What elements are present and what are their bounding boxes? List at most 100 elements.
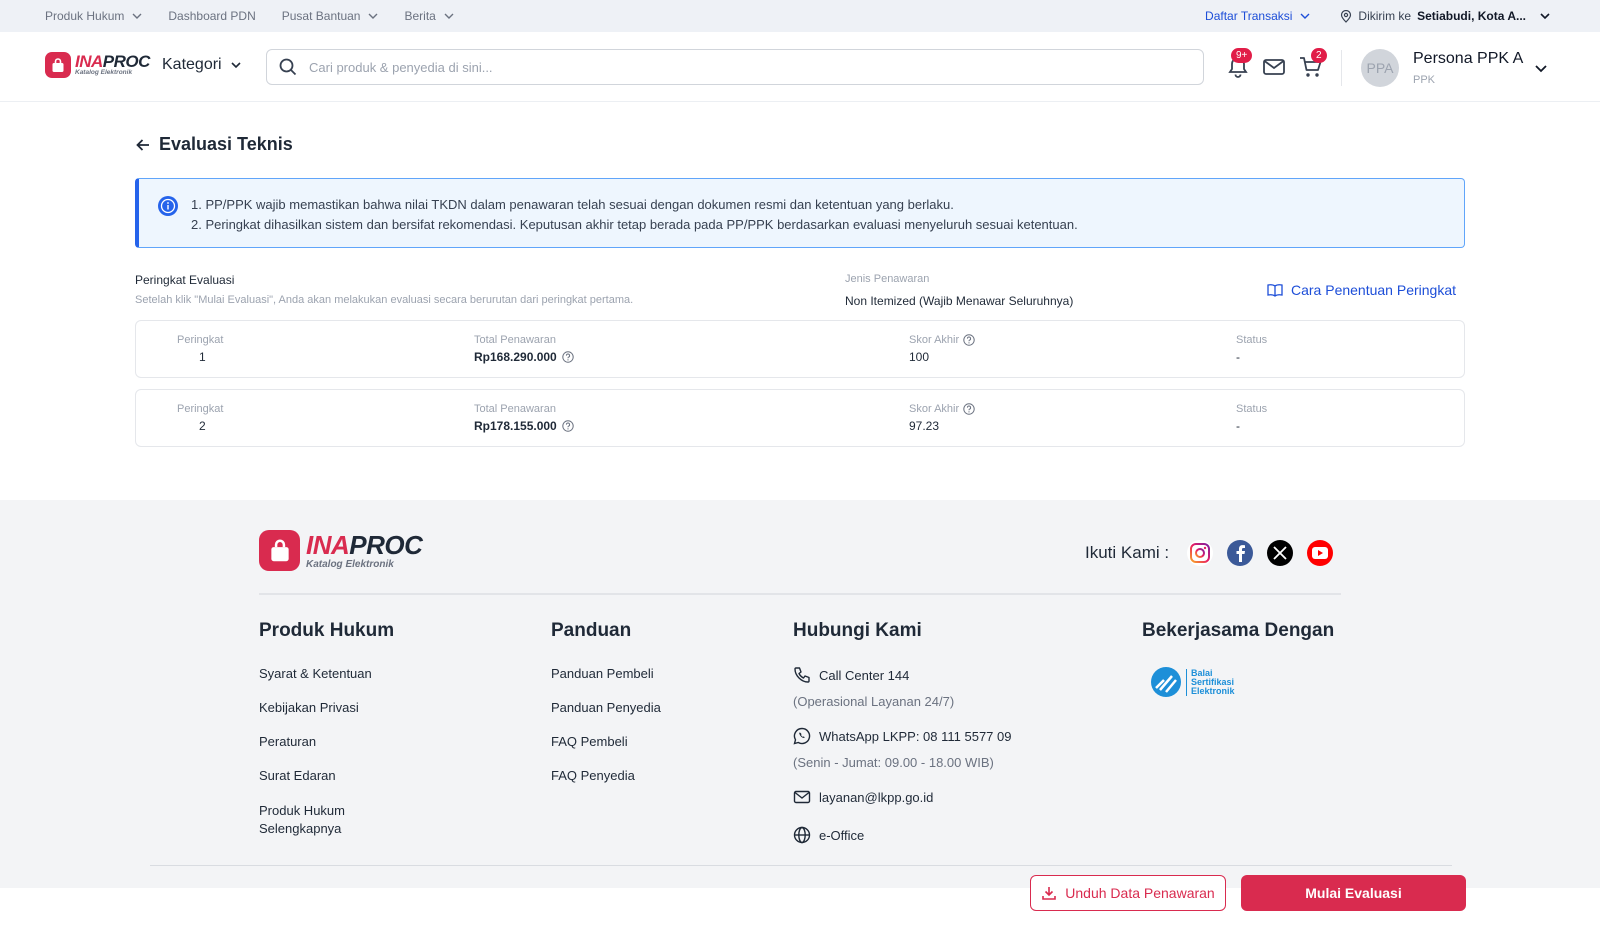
chevron-down-icon: [132, 13, 142, 19]
footer-col-hubungi: Hubungi Kami Call Center 144 (Operasiona…: [793, 620, 1012, 844]
footer-link[interactable]: FAQ Pembeli: [551, 734, 661, 768]
shopping-bag-logo-icon: [45, 52, 71, 78]
peringkat-label: Peringkat: [177, 334, 224, 346]
follow-label: Ikuti Kami :: [1085, 543, 1170, 562]
col-status: Status -: [1236, 334, 1267, 364]
mail-icon: [793, 790, 811, 804]
utility-links: Produk Hukum Dashboard PDN Pusat Bantuan…: [45, 9, 454, 23]
skor-label: Skor Akhir: [909, 403, 960, 415]
help-circle-icon[interactable]: [562, 420, 574, 432]
utility-link-dashboard-pdn[interactable]: Dashboard PDN: [168, 9, 255, 23]
main-header: INAPROC Katalog Elektronik Kategori 9+ 2…: [0, 32, 1600, 102]
chevron-down-icon: [1540, 13, 1550, 20]
call-center-label: Call Center 144: [819, 667, 910, 683]
chevron-down-icon: [444, 13, 454, 19]
info-alert: 1. PP/PPK wajib memastikan bahwa nilai T…: [135, 178, 1465, 248]
ranking-row[interactable]: Peringkat 2 Total Penawaran Rp178.155.00…: [135, 389, 1465, 447]
footer-col-title: Panduan: [551, 620, 632, 641]
info-item: 1. PP/PPK wajib memastikan bahwa nilai T…: [191, 197, 954, 212]
col-status: Status -: [1236, 403, 1267, 433]
shipping-label: Dikirim ke: [1358, 9, 1412, 23]
utility-link-label: Dashboard PDN: [168, 9, 256, 23]
phone-icon: [794, 667, 810, 683]
utility-bar: Produk Hukum Dashboard PDN Pusat Bantuan…: [0, 0, 1600, 32]
utility-link-label: Pusat Bantuan: [281, 9, 361, 23]
footer-link[interactable]: Peraturan: [259, 734, 394, 768]
footer-link[interactable]: Panduan Penyedia: [551, 700, 661, 734]
e-office-label: e-Office: [819, 827, 865, 843]
help-circle-icon[interactable]: [562, 351, 574, 363]
email-label: layanan@lkpp.go.id: [819, 789, 934, 805]
notification-button[interactable]: 9+: [1225, 48, 1253, 80]
facebook-icon[interactable]: [1227, 540, 1254, 566]
help-circle-icon[interactable]: [963, 403, 975, 415]
notification-badge: 9+: [1231, 48, 1253, 63]
col-total: Total Penawaran Rp178.155.000: [474, 403, 574, 433]
footer-link[interactable]: Kebijakan Privasi: [259, 700, 394, 734]
utility-link-pusat-bantuan[interactable]: Pusat Bantuan: [282, 9, 379, 23]
bsre-partner-logo[interactable]: Balai Sertifikasi Elektronik: [1150, 666, 1334, 698]
footer-divider: [259, 593, 1341, 595]
col-peringkat: Peringkat 2: [177, 403, 223, 433]
e-office-link[interactable]: e-Office: [793, 826, 1012, 844]
jenis-penawaran-value: Non Itemized (Wajib Menawar Seluruhnya): [845, 294, 1074, 308]
globe-icon: [793, 826, 811, 844]
utility-link-label: Produk Hukum: [45, 9, 125, 23]
footer-link[interactable]: Produk Hukum Selengkapnya: [259, 802, 369, 836]
total-value: Rp178.155.000: [474, 419, 557, 433]
footer-col-title: Produk Hukum: [259, 620, 395, 641]
footer-bottom-divider: [150, 865, 1452, 866]
help-circle-icon[interactable]: [963, 334, 975, 346]
download-icon: [1042, 887, 1057, 900]
youtube-icon[interactable]: [1307, 540, 1334, 566]
ranking-row[interactable]: Peringkat 1 Total Penawaran Rp168.290.00…: [135, 320, 1465, 378]
page-title: Evaluasi Teknis: [135, 134, 293, 155]
utility-link-produk-hukum[interactable]: Produk Hukum: [45, 9, 142, 23]
unduh-data-penawaran-button[interactable]: Unduh Data Penawaran: [1030, 875, 1226, 911]
call-center-link[interactable]: Call Center 144: [793, 666, 1012, 684]
status-value: -: [1236, 350, 1240, 364]
search-bar[interactable]: [266, 49, 1204, 85]
cart-button[interactable]: 2: [1298, 48, 1327, 80]
footer-inaproc-logo[interactable]: INAPROC Katalog Elektronik: [259, 530, 423, 571]
call-center-note: (Operasional Layanan 24/7): [793, 694, 955, 709]
footer-link[interactable]: Syarat & Ketentuan: [259, 666, 394, 700]
skor-value: 97.23: [909, 419, 940, 433]
footer-link[interactable]: Surat Edaran: [259, 768, 394, 802]
search-icon: [279, 58, 297, 76]
info-item: 2. Peringkat dihasilkan sistem dan bersi…: [191, 217, 1078, 232]
messages-button[interactable]: [1261, 54, 1287, 80]
utility-link-berita[interactable]: Berita: [404, 9, 454, 23]
status-label: Status: [1236, 403, 1268, 415]
cara-penentuan-label: Cara Penentuan Peringkat: [1291, 282, 1456, 298]
instagram-icon[interactable]: [1187, 540, 1214, 566]
avatar[interactable]: PPA: [1361, 49, 1399, 87]
back-arrow-icon[interactable]: [135, 137, 151, 153]
page-title-text: Evaluasi Teknis: [159, 134, 293, 154]
jenis-penawaran-label: Jenis Penawaran: [845, 273, 930, 285]
shipping-location-selector[interactable]: Dikirim ke Setiabudi, Kota A...: [1340, 9, 1550, 23]
x-twitter-icon[interactable]: [1267, 540, 1294, 566]
whatsapp-link[interactable]: WhatsApp LKPP: 08 111 5577 09: [793, 727, 1012, 745]
col-skor: Skor Akhir 97.23: [909, 403, 975, 433]
mulai-evaluasi-button[interactable]: Mulai Evaluasi: [1241, 875, 1466, 911]
shopping-bag-logo-icon: [259, 530, 300, 571]
cart-badge: 2: [1311, 48, 1327, 63]
chevron-down-icon: [1535, 65, 1547, 73]
search-input[interactable]: [309, 59, 1169, 75]
location-pin-icon: [1341, 9, 1352, 23]
daftar-transaksi-dropdown[interactable]: Daftar Transaksi: [1205, 9, 1310, 23]
chevron-down-icon: [231, 62, 241, 69]
user-menu-toggle[interactable]: [1534, 61, 1548, 80]
inaproc-logo[interactable]: INAPROC Katalog Elektronik: [45, 52, 150, 78]
section-description: Setelah klik "Mulai Evaluasi", Anda akan…: [135, 294, 634, 306]
col-peringkat: Peringkat 1: [177, 334, 223, 364]
status-label: Status: [1236, 334, 1268, 346]
footer-link[interactable]: Panduan Pembeli: [551, 666, 661, 700]
email-link[interactable]: layanan@lkpp.go.id: [793, 788, 1012, 806]
footer-link[interactable]: FAQ Penyedia: [551, 768, 661, 802]
kategori-dropdown[interactable]: Kategori: [162, 56, 242, 74]
cara-penentuan-link[interactable]: Cara Penentuan Peringkat: [1267, 282, 1456, 298]
status-value: -: [1236, 419, 1240, 433]
daftar-transaksi-label: Daftar Transaksi: [1205, 9, 1293, 23]
